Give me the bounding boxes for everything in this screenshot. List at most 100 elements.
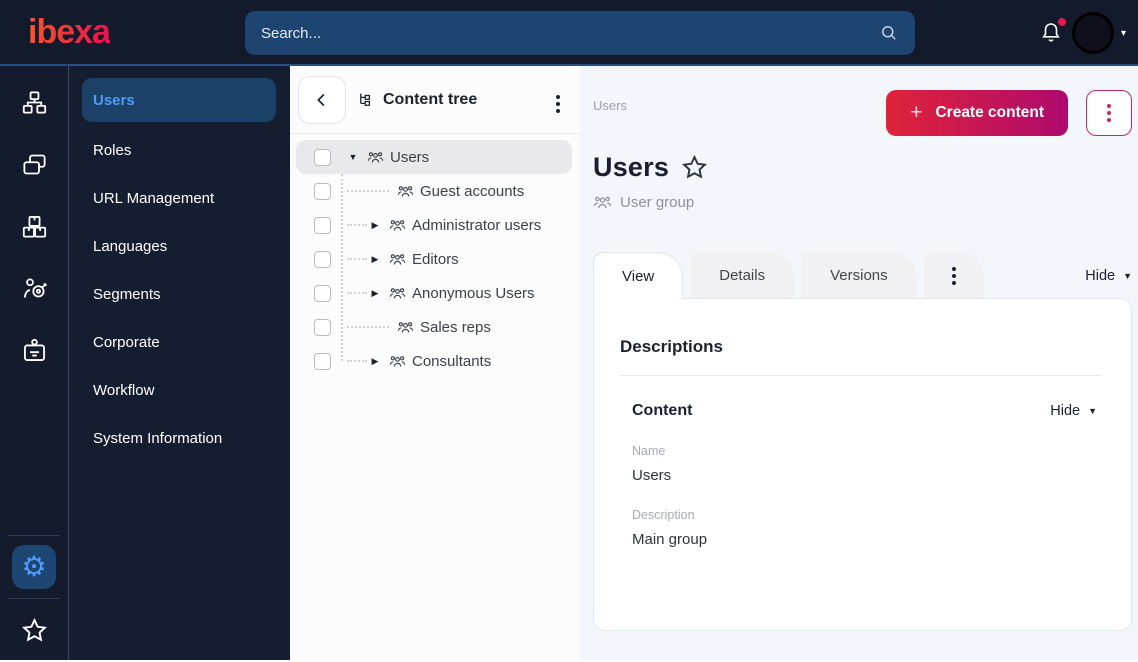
tree-guide-line	[347, 224, 367, 226]
expand-caret-icon[interactable]: ▶	[369, 220, 381, 231]
boxes-icon	[21, 213, 48, 240]
content-tree-title: Content tree	[357, 91, 477, 109]
star-icon	[21, 617, 48, 644]
sidebar-item-segments[interactable]: Segments	[69, 270, 290, 318]
user-group-icon	[389, 285, 406, 302]
tree-item-checkbox[interactable]	[314, 182, 331, 200]
personalization-nav-button[interactable]	[12, 266, 56, 310]
page-title: Users	[593, 152, 670, 182]
tree-item-checkbox[interactable]	[314, 284, 331, 302]
tree-item[interactable]: ▶ Administrator users	[296, 208, 572, 242]
topbar: ibexa ▾	[0, 0, 1138, 66]
tree-item-label: Anonymous Users	[412, 284, 535, 302]
tree-item-checkbox[interactable]	[314, 216, 331, 234]
expand-caret-icon[interactable]: ▶	[369, 254, 381, 265]
tree-item-checkbox[interactable]	[314, 148, 331, 166]
tab-versions[interactable]: Versions	[801, 252, 917, 298]
tree-item-checkbox[interactable]	[314, 352, 331, 370]
pages-nav-button[interactable]	[12, 142, 56, 186]
icon-sidebar: ⚙	[0, 66, 69, 660]
tree-guide-line	[347, 326, 389, 328]
tree-item[interactable]: Sales reps	[296, 310, 572, 344]
tab-more[interactable]	[923, 252, 984, 298]
sidebar-item-url-management[interactable]: URL Management	[69, 174, 290, 222]
collapse-tree-button[interactable]	[298, 75, 346, 124]
create-content-button[interactable]: + Create content	[886, 90, 1068, 136]
sitemap-icon	[21, 89, 48, 116]
field-description: Description Main group	[632, 508, 1097, 548]
field-label: Description	[632, 508, 695, 522]
tree-item[interactable]: ▼ Users	[296, 140, 572, 174]
hide-toggle[interactable]: Hide ▼	[1085, 268, 1132, 284]
field-value: Users	[632, 467, 672, 484]
section-hide-toggle[interactable]: Hide ▼	[1050, 403, 1097, 419]
bookmarks-button[interactable]	[12, 608, 56, 652]
tree-item-label: Administrator users	[412, 216, 542, 234]
tab-bar: View Details Versions Hide ▼	[593, 252, 1132, 299]
tab-details[interactable]: Details	[690, 252, 795, 298]
expand-caret-icon[interactable]: ▶	[369, 356, 381, 367]
ibexa-logo[interactable]: ibexa	[28, 13, 111, 52]
tree-item[interactable]: Guest accounts	[296, 174, 572, 208]
sidebar-item-corporate[interactable]: Corporate	[69, 318, 290, 366]
user-group-icon	[593, 193, 612, 212]
content-options-button[interactable]	[1086, 90, 1132, 136]
avatar[interactable]	[1074, 15, 1111, 51]
section-title: Content	[632, 402, 693, 419]
boxes-nav-button[interactable]	[12, 204, 56, 248]
tree-item-label: Editors	[412, 250, 459, 268]
content-section: Content Hide ▼ Name Users Description Mai…	[620, 376, 1101, 548]
settings-button[interactable]: ⚙	[12, 545, 56, 589]
topbar-right: ▾	[1039, 0, 1126, 66]
tree-options-button[interactable]	[550, 81, 566, 119]
sidebar-item-system-information[interactable]: System Information	[69, 414, 290, 462]
search-input[interactable]	[261, 24, 879, 42]
user-group-icon	[397, 183, 414, 200]
notification-dot	[1057, 18, 1066, 26]
tree-item[interactable]: ▶ Consultants	[296, 344, 572, 378]
notifications-button[interactable]	[1039, 18, 1066, 46]
tree-item[interactable]: ▶ Anonymous Users	[296, 276, 572, 310]
main-content: Users + Create content Users User group …	[580, 66, 1138, 660]
badge-icon	[21, 337, 48, 364]
admin-menu: Users Roles URL Management Languages Segment…	[69, 66, 290, 660]
user-group-icon	[367, 149, 384, 166]
tree-item[interactable]: ▶ Editors	[296, 242, 572, 276]
chevron-down-icon[interactable]: ▾	[1121, 28, 1126, 39]
sidebar-item-languages[interactable]: Languages	[69, 222, 290, 270]
search-icon	[879, 23, 899, 43]
sidebar-item-workflow[interactable]: Workflow	[69, 366, 290, 414]
tree-guide-line	[347, 292, 367, 294]
expand-caret-icon[interactable]: ▶	[369, 288, 381, 299]
tree-guide-line	[347, 360, 367, 362]
tree-item-label: Consultants	[412, 352, 492, 370]
view-card: Descriptions Content Hide ▼ Name Users De…	[593, 298, 1132, 631]
search-bar[interactable]	[245, 11, 915, 55]
chevron-down-icon: ▼	[1123, 271, 1132, 281]
collapse-caret-icon[interactable]: ▼	[347, 152, 359, 162]
content-tree-panel: Content tree ▼ Users Guest accounts ▶ Admini…	[290, 66, 580, 660]
bookmark-star-icon[interactable]	[681, 154, 708, 181]
kebab-icon	[1107, 104, 1111, 122]
breadcrumb[interactable]: Users	[593, 98, 627, 113]
user-group-icon	[389, 353, 406, 370]
tab-view[interactable]: View	[593, 252, 684, 299]
sitemap-nav-button[interactable]	[12, 80, 56, 124]
user-group-icon	[389, 251, 406, 268]
pages-icon	[21, 151, 48, 178]
field-label: Name	[632, 444, 666, 458]
tree-item-checkbox[interactable]	[314, 318, 331, 336]
sidebar-item-users[interactable]: Users	[82, 78, 276, 122]
tree-guide-line	[347, 190, 389, 192]
sidebar-item-roles[interactable]: Roles	[69, 126, 290, 174]
tree-item-label: Sales reps	[420, 318, 491, 336]
gear-icon: ⚙	[21, 550, 47, 583]
tree-item-checkbox[interactable]	[314, 250, 331, 268]
divider	[8, 535, 60, 536]
chevron-left-icon	[311, 89, 333, 111]
card-heading: Descriptions	[620, 337, 723, 356]
field-value: Main group	[632, 531, 708, 548]
divider	[8, 598, 60, 599]
badge-nav-button[interactable]	[12, 328, 56, 372]
tree-item-label: Guest accounts	[420, 182, 525, 200]
